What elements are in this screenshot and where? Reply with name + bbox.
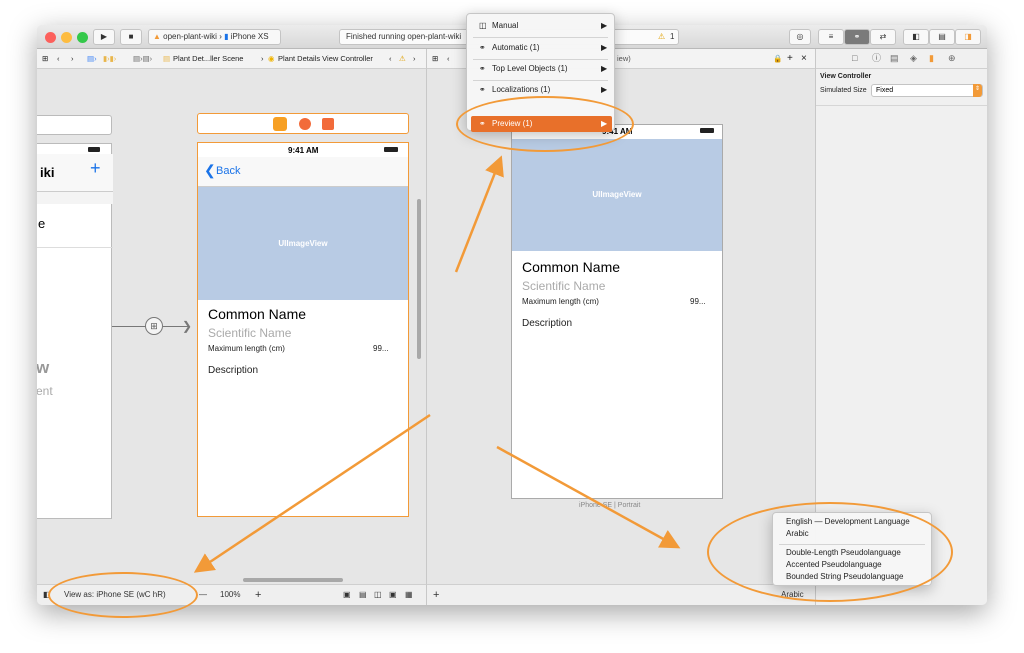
arrow-down-right bbox=[496, 445, 681, 549]
annotation-arrows bbox=[193, 155, 681, 573]
arrow-up bbox=[454, 155, 504, 273]
arrow-down-left bbox=[193, 413, 431, 573]
